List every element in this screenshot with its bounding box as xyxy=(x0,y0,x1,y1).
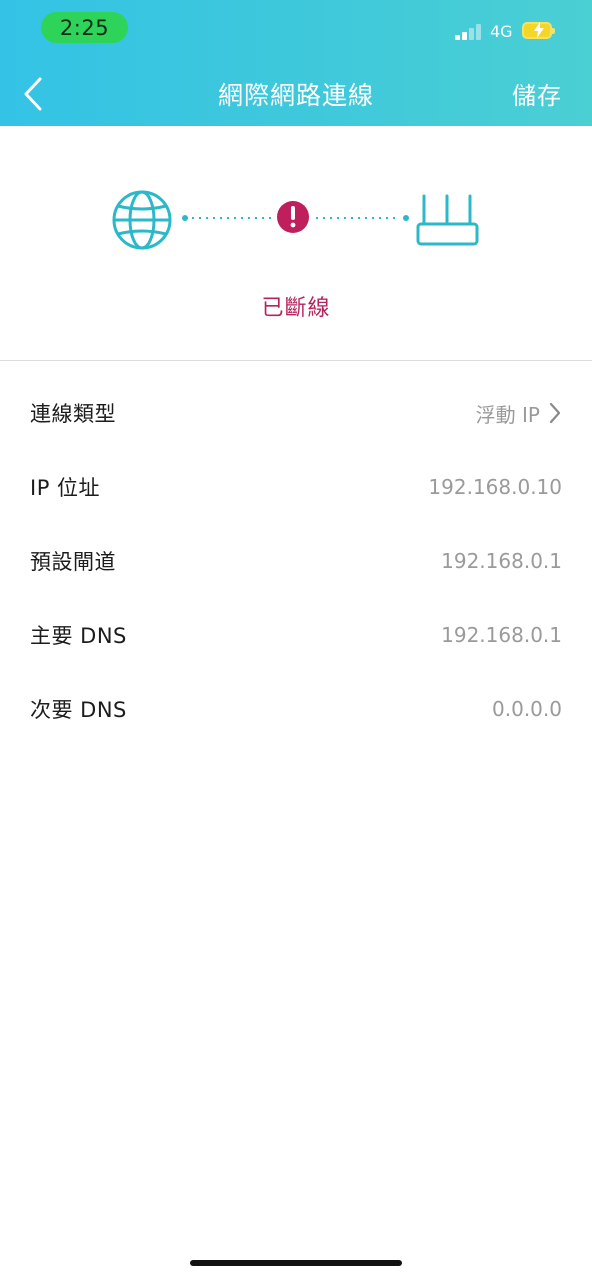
default-gateway-value: 192.168.0.1 xyxy=(441,549,562,573)
secondary-dns-row: 次要 DNS 0.0.0.0 xyxy=(0,672,592,746)
connection-type-label: 連線類型 xyxy=(30,402,116,426)
cellular-signal-icon xyxy=(455,24,483,40)
default-gateway-label: 預設閘道 xyxy=(30,550,116,574)
primary-dns-row: 主要 DNS 192.168.0.1 xyxy=(0,598,592,672)
chevron-left-icon xyxy=(24,77,42,111)
connection-settings-list: 連線類型 浮動 IP IP 位址 192.168.0.10 預設閘道 192.1… xyxy=(0,376,592,746)
back-button[interactable] xyxy=(16,72,56,116)
disconnected-alert-icon xyxy=(277,201,309,233)
page-title: 網際網路連線 xyxy=(217,81,374,110)
status-time: 2:25 xyxy=(41,12,128,43)
connection-type-row[interactable]: 連線類型 浮動 IP xyxy=(0,376,592,450)
charging-bolt-icon xyxy=(534,22,544,38)
app-header: 2:25 4G 網際網路連線 儲存 xyxy=(0,0,592,126)
chevron-right-icon xyxy=(549,402,561,424)
connection-type-value-wrap: 浮動 IP xyxy=(476,399,562,428)
connection-status-text: 已斷線 xyxy=(261,296,331,321)
home-indicator[interactable] xyxy=(190,1260,402,1266)
connection-type-value: 浮動 IP xyxy=(475,402,540,427)
link-line-right xyxy=(316,215,409,221)
ip-address-label: IP 位址 xyxy=(30,476,101,500)
ip-address-value: 192.168.0.10 xyxy=(428,475,562,499)
save-button[interactable]: 儲存 xyxy=(512,76,562,111)
default-gateway-row: 預設閘道 192.168.0.1 xyxy=(0,524,592,598)
primary-dns-label: 主要 DNS xyxy=(30,624,127,648)
battery-charging-icon xyxy=(522,22,555,39)
router-icon xyxy=(416,194,479,246)
ip-address-row: IP 位址 192.168.0.10 xyxy=(0,450,592,524)
network-type: 4G xyxy=(490,22,513,41)
secondary-dns-label: 次要 DNS xyxy=(30,698,127,722)
connection-diagram xyxy=(0,126,592,361)
primary-dns-value: 192.168.0.1 xyxy=(441,623,562,647)
internet-globe-icon xyxy=(112,190,172,250)
link-line-left xyxy=(182,215,272,221)
section-divider xyxy=(0,360,592,361)
secondary-dns-value: 0.0.0.0 xyxy=(492,697,562,721)
